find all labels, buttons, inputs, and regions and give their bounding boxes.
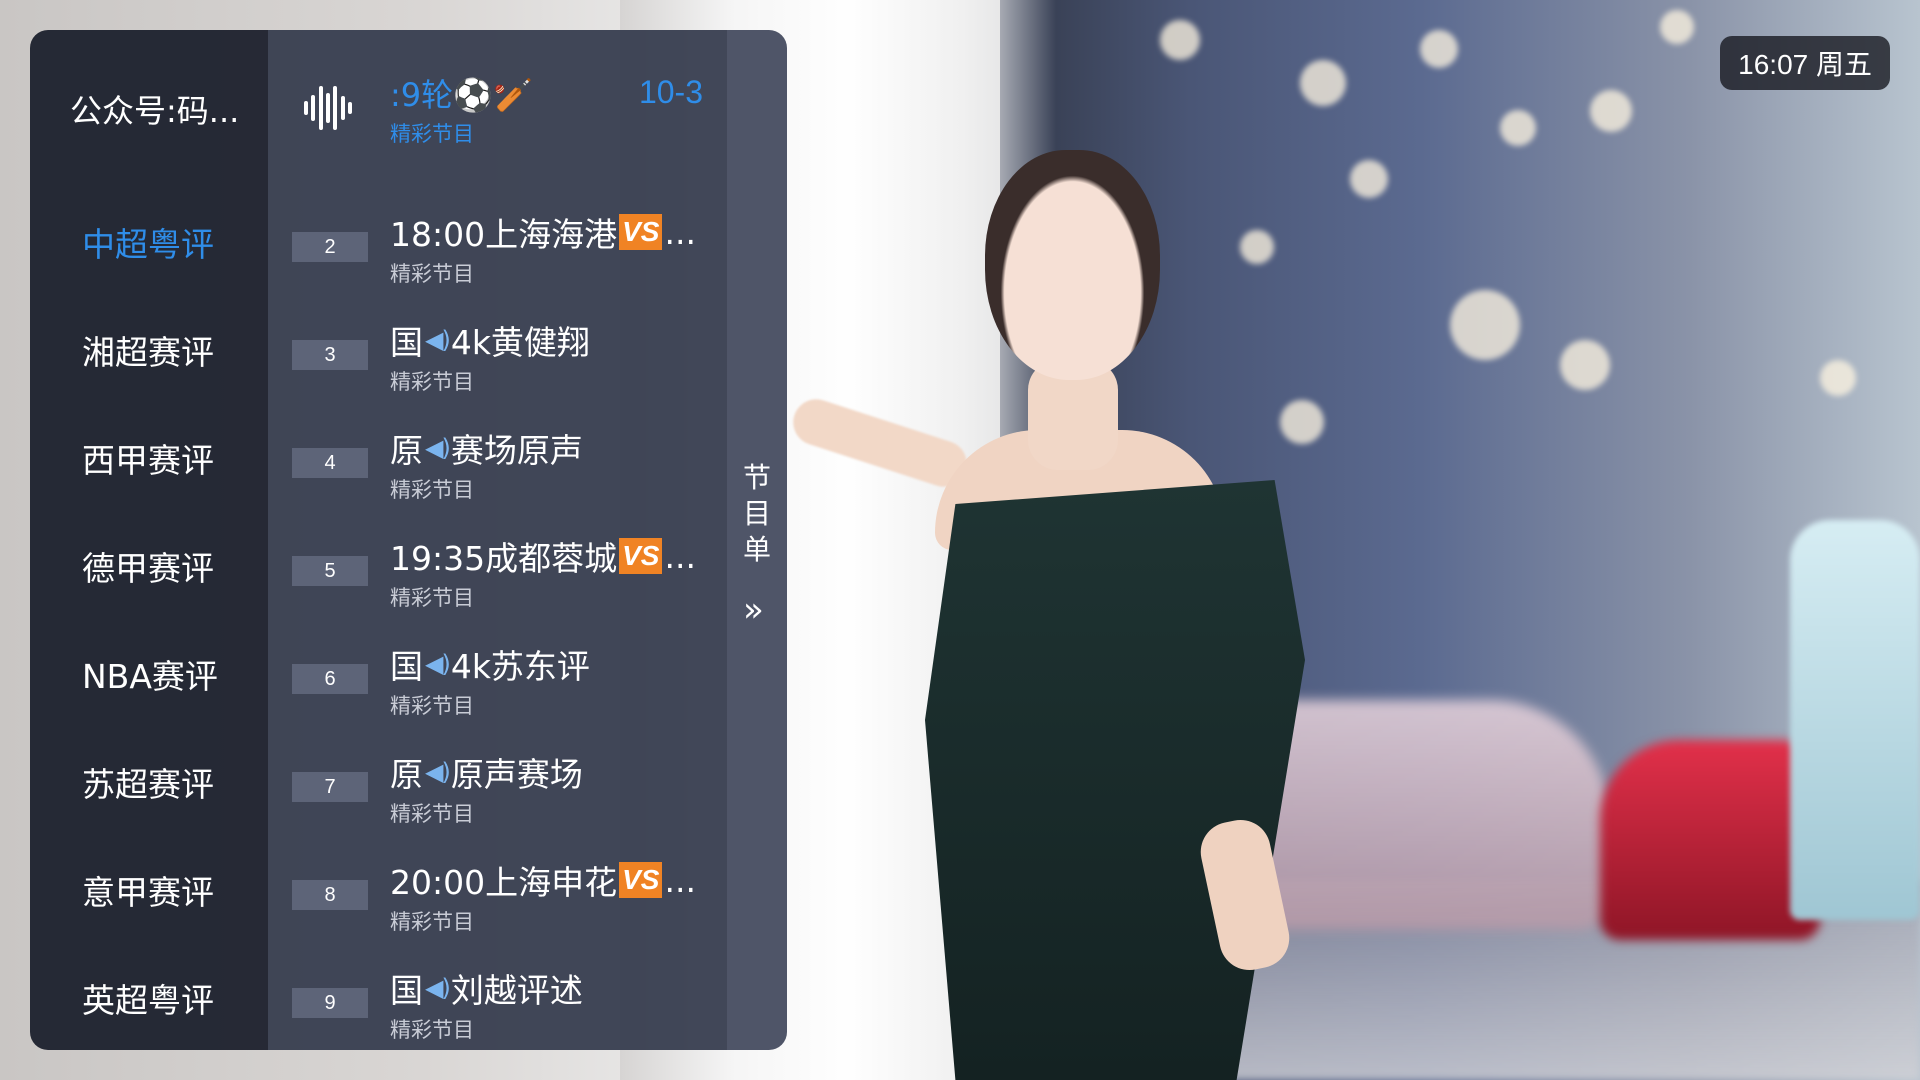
channel-name: 国 ◀) 4k黄健翔	[390, 316, 590, 364]
channel-name-text: 原	[390, 755, 423, 794]
channel-number: 5	[292, 556, 368, 586]
speaker-icon: ◀)	[425, 326, 451, 354]
channel-row[interactable]: 3 国 ◀) 4k黄健翔 精彩节目	[268, 296, 727, 404]
channel-number: 7	[292, 772, 368, 802]
channel-subtitle: 精彩节目	[390, 802, 474, 826]
channel-subtitle: 精彩节目	[390, 262, 474, 286]
speaker-icon: ◀)	[425, 758, 451, 786]
bg-light	[1590, 90, 1632, 132]
channel-number: 4	[292, 448, 368, 478]
channel-subtitle: 精彩节目	[390, 1018, 474, 1042]
bg-light	[1660, 10, 1694, 44]
channel-name-rest: ...	[664, 536, 696, 576]
bg-person	[1790, 520, 1920, 920]
channel-name-text: 国	[390, 323, 423, 362]
channel-number: 9	[292, 988, 368, 1018]
channel-name-text: 原	[390, 431, 423, 470]
channel-row[interactable]: 7 原 ◀) 原声赛场 精彩节目	[268, 728, 727, 836]
bg-light	[1350, 160, 1388, 198]
model-dress	[925, 480, 1305, 1080]
clock: 16:07 周五	[1720, 36, 1890, 90]
clock-text: 16:07 周五	[1738, 49, 1872, 80]
channel-name-text: 国	[390, 971, 423, 1010]
category-header: 公众号:码...	[70, 92, 240, 130]
channel-subtitle: 精彩节目	[390, 478, 474, 502]
category-item[interactable]: 德甲赛评	[30, 512, 268, 620]
channel-name-rest: 刘越评述	[450, 971, 583, 1010]
channel-name-text: 国	[390, 647, 423, 686]
channel-name: 国 ◀) 刘越评述	[390, 964, 583, 1012]
channel-name: 原 ◀) 原声赛场	[390, 748, 583, 796]
channel-list: :9轮⚽🏏 10-3 精彩节目 2 18:00上海海港 VS... 精彩节目 3 …	[268, 30, 727, 1050]
channel-subtitle: 精彩节目	[390, 370, 474, 394]
category-item[interactable]: 苏超赛评	[30, 728, 268, 836]
vs-badge: VS	[619, 214, 663, 250]
channel-name-text: 20:00上海申花	[390, 863, 618, 902]
current-channel[interactable]: :9轮⚽🏏 10-3 精彩节目	[268, 30, 727, 188]
speaker-icon: ◀)	[425, 650, 451, 678]
vs-badge: VS	[619, 538, 663, 574]
category-item[interactable]: 意甲赛评	[30, 836, 268, 944]
channel-row[interactable]: 8 20:00上海申花 VS... 精彩节目	[268, 836, 727, 944]
category-item[interactable]: 英超粤评	[30, 944, 268, 1050]
bg-light	[1500, 110, 1536, 146]
category-list: 公众号:码... 中超粤评 湘超赛评 西甲赛评 德甲赛评 NBA赛评 苏超赛评 …	[30, 30, 268, 1050]
schedule-tab[interactable]: 节目单 »	[727, 30, 787, 1050]
channel-number: 6	[292, 664, 368, 694]
bg-light	[1280, 400, 1324, 444]
channel-number: 3	[292, 340, 368, 370]
speaker-icon: ◀)	[425, 974, 451, 1002]
bg-light	[1240, 230, 1274, 264]
channel-name-rest: 4k黄健翔	[450, 323, 590, 362]
channel-name: 18:00上海海港 VS...	[390, 208, 696, 256]
channel-subtitle: 精彩节目	[390, 694, 474, 718]
bg-light	[1450, 290, 1520, 360]
channel-name-text: 19:35成都蓉城	[390, 539, 618, 578]
channel-name-rest: 原声赛场	[450, 755, 583, 794]
channel-row[interactable]: 6 国 ◀) 4k苏东评 精彩节目	[268, 620, 727, 728]
model-head	[985, 150, 1160, 380]
current-channel-subtitle: 精彩节目	[390, 122, 474, 146]
category-item[interactable]: 中超粤评	[30, 188, 268, 296]
channel-name-rest: 4k苏东评	[450, 647, 590, 686]
speaker-icon: ◀)	[425, 434, 451, 462]
current-channel-title: :9轮⚽🏏	[390, 76, 533, 114]
channel-subtitle: 精彩节目	[390, 586, 474, 610]
channel-name: 20:00上海申花 VS...	[390, 856, 696, 904]
channel-panel: 公众号:码... 中超粤评 湘超赛评 西甲赛评 德甲赛评 NBA赛评 苏超赛评 …	[30, 30, 787, 1050]
current-channel-number: 10-3	[638, 74, 703, 110]
channel-row[interactable]: 5 19:35成都蓉城 VS... 精彩节目	[268, 512, 727, 620]
channel-name-rest: 赛场原声	[450, 431, 583, 470]
channel-number: 2	[292, 232, 368, 262]
channel-name-text: 18:00上海海港	[390, 215, 618, 254]
schedule-tab-label: 节目单	[742, 461, 771, 566]
channel-number: 8	[292, 880, 368, 910]
bg-car-red	[1600, 740, 1820, 940]
bg-light	[1160, 20, 1200, 60]
channel-row[interactable]: 2 18:00上海海港 VS... 精彩节目	[268, 188, 727, 296]
double-chevron-right-icon: »	[743, 590, 764, 630]
channel-name: 原 ◀) 赛场原声	[390, 424, 583, 472]
category-item[interactable]: NBA赛评	[30, 620, 268, 728]
channel-subtitle: 精彩节目	[390, 910, 474, 934]
category-item[interactable]: 西甲赛评	[30, 404, 268, 512]
channel-name: 19:35成都蓉城 VS...	[390, 532, 696, 580]
bg-light	[1420, 30, 1458, 68]
channel-name-rest: ...	[664, 860, 696, 900]
bg-light	[1820, 360, 1856, 396]
bg-light	[1300, 60, 1346, 106]
category-item[interactable]: 湘超赛评	[30, 296, 268, 404]
channel-row[interactable]: 9 国 ◀) 刘越评述 精彩节目	[268, 944, 727, 1050]
bg-light	[1560, 340, 1610, 390]
channel-name: 国 ◀) 4k苏东评	[390, 640, 590, 688]
channel-name-rest: ...	[664, 212, 696, 252]
vs-badge: VS	[619, 862, 663, 898]
channel-row[interactable]: 4 原 ◀) 赛场原声 精彩节目	[268, 404, 727, 512]
audio-wave-icon	[304, 85, 352, 131]
